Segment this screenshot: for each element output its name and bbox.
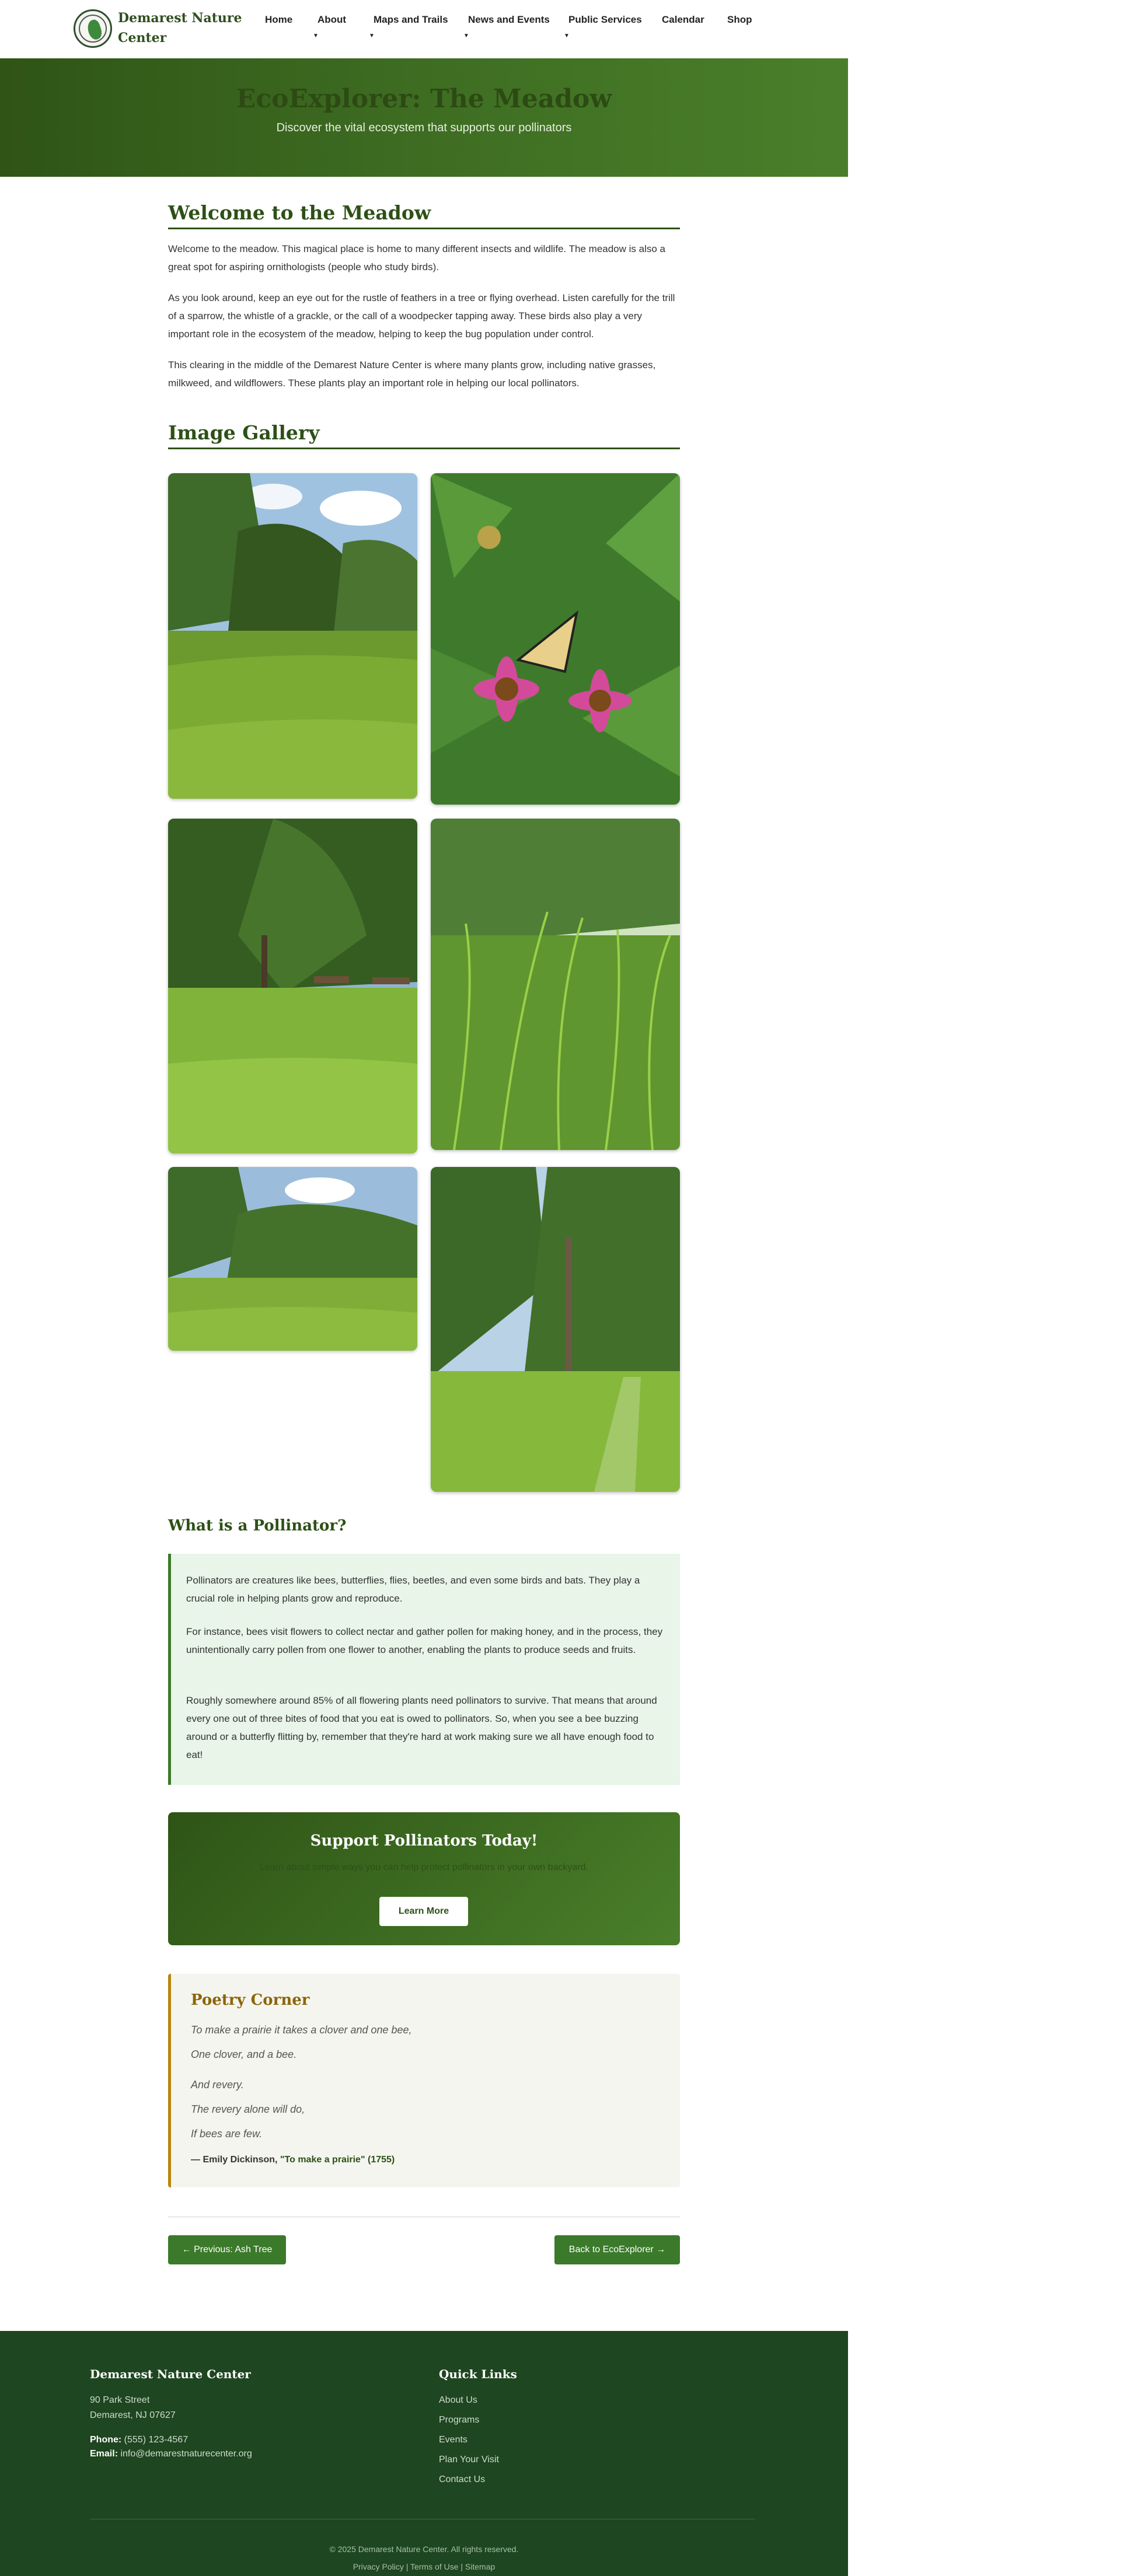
butterfly-coneflower-image bbox=[431, 473, 680, 805]
gallery-section: Image Gallery bbox=[168, 421, 680, 449]
pollinator-info-box: Pollinators are creatures like bees, but… bbox=[168, 1554, 680, 1785]
sitemap-link[interactable]: Sitemap bbox=[465, 2562, 495, 2571]
tall-grass-photo[interactable] bbox=[431, 819, 680, 1150]
meadow-trees-photo[interactable] bbox=[168, 473, 417, 799]
pollinator-heading: What is a Pollinator? bbox=[168, 1517, 347, 1535]
nav-item-news-and-events[interactable]: News and Events ▼ bbox=[463, 14, 550, 39]
poem-author: — Emily Dickinson, bbox=[191, 2155, 278, 2165]
nav-item-public-services[interactable]: Public Services ▼ bbox=[564, 14, 642, 39]
nav-label: Calendar bbox=[662, 14, 704, 25]
nav-item-calendar[interactable]: Calendar bbox=[662, 14, 704, 26]
welcome-section: Welcome to the Meadow Welcome to the mea… bbox=[168, 201, 680, 392]
welcome-heading: Welcome to the Meadow bbox=[168, 201, 680, 229]
nav-label: News and Events bbox=[468, 14, 550, 25]
meadow-trees-image bbox=[168, 473, 417, 799]
chevron-down-icon: ▼ bbox=[313, 33, 319, 39]
chevron-down-icon: ▼ bbox=[463, 33, 469, 39]
cta-text: Learn about simple ways you can help pro… bbox=[260, 1862, 588, 1872]
learn-more-button[interactable]: Learn More bbox=[379, 1897, 468, 1926]
site-header: Demarest Nature Center Home About ▼ Maps … bbox=[0, 0, 848, 59]
legal-separator: | bbox=[460, 2562, 463, 2571]
back-to-ecoexplorer-button[interactable]: Back to EcoExplorer → bbox=[554, 2235, 680, 2264]
gallery-heading: Image Gallery bbox=[168, 421, 680, 449]
privacy-policy-link[interactable]: Privacy Policy bbox=[353, 2562, 404, 2571]
footer-link-events[interactable]: Events bbox=[439, 2435, 467, 2445]
footer-address-line: 90 Park Street bbox=[90, 2395, 150, 2405]
nav-item-shop[interactable]: Shop bbox=[727, 14, 752, 26]
park-benches-photo[interactable] bbox=[168, 819, 417, 1154]
email-value[interactable]: info@demarestnaturecenter.org bbox=[120, 2449, 252, 2459]
meadow-clearing-photo[interactable] bbox=[168, 1167, 417, 1351]
welcome-paragraph: Welcome to the meadow. This magical plac… bbox=[168, 243, 666, 272]
footer-address-line: Demarest, NJ 07627 bbox=[90, 2410, 176, 2420]
footer-link-contact-us[interactable]: Contact Us bbox=[439, 2474, 485, 2485]
park-benches-image bbox=[168, 819, 417, 1154]
hero-banner: EcoExplorer: The Meadow Discover the vit… bbox=[0, 58, 848, 177]
nav-label: About bbox=[317, 14, 347, 25]
brand-name[interactable]: Demarest Nature Center bbox=[118, 8, 246, 48]
welcome-paragraph: As you look around, keep an eye out for … bbox=[168, 292, 675, 340]
page-margin bbox=[848, 0, 1134, 2576]
poem-line: And revery. bbox=[191, 2079, 244, 2091]
footer-phone: Phone: (555) 123-4567 bbox=[90, 2435, 188, 2445]
trail-trees-image bbox=[431, 1167, 680, 1492]
poem-work: "To make a prairie" (1755) bbox=[280, 2155, 395, 2165]
previous-page-button[interactable]: ← Previous: Ash Tree bbox=[168, 2235, 286, 2264]
footer-link-plan-your-visit[interactable]: Plan Your Visit bbox=[439, 2455, 499, 2465]
nav-label: Maps and Trails bbox=[374, 14, 448, 25]
footer-link-about-us[interactable]: About Us bbox=[439, 2395, 477, 2406]
poem-citation: — Emily Dickinson, "To make a prairie" (… bbox=[191, 2155, 395, 2165]
page-title: EcoExplorer: The Meadow bbox=[236, 84, 612, 114]
nav-item-about[interactable]: About ▼ bbox=[313, 14, 347, 39]
footer-link-programs[interactable]: Programs bbox=[439, 2415, 479, 2425]
pollinator-paragraph: For instance, bees visit flowers to coll… bbox=[186, 1626, 663, 1655]
nav-label: Home bbox=[265, 14, 293, 25]
legal-links: Privacy Policy | Terms of Use | Sitemap bbox=[0, 2562, 848, 2571]
trail-trees-photo[interactable] bbox=[431, 1167, 680, 1492]
legal-separator: | bbox=[406, 2562, 409, 2571]
meadow-clearing-image bbox=[168, 1167, 417, 1351]
footer-org-heading: Demarest Nature Center bbox=[90, 2367, 251, 2381]
nav-item-home[interactable]: Home bbox=[265, 14, 292, 26]
nav-label: Shop bbox=[727, 14, 752, 25]
phone-label: Phone: bbox=[90, 2435, 122, 2445]
nav-item-maps-and-trails[interactable]: Maps and Trails ▼ bbox=[369, 14, 448, 39]
terms-of-use-link[interactable]: Terms of Use bbox=[410, 2562, 458, 2571]
chevron-down-icon: ▼ bbox=[564, 33, 570, 39]
phone-value[interactable]: (555) 123-4567 bbox=[124, 2435, 188, 2445]
welcome-paragraph: This clearing in the middle of the Demar… bbox=[168, 359, 656, 389]
cta-heading: Support Pollinators Today! bbox=[310, 1832, 538, 1850]
site-footer: Demarest Nature Center 90 Park Street De… bbox=[0, 2331, 848, 2576]
pollinator-paragraph: Roughly somewhere around 85% of all flow… bbox=[186, 1695, 657, 1760]
poetry-heading: Poetry Corner bbox=[191, 1991, 310, 2009]
poem-line: One clover, and a bee. bbox=[191, 2049, 297, 2060]
tall-grass-image bbox=[431, 819, 680, 1150]
nav-label: Public Services bbox=[568, 14, 642, 25]
poem-line: If bees are few. bbox=[191, 2128, 263, 2140]
pollinator-paragraph: Pollinators are creatures like bees, but… bbox=[186, 1575, 640, 1604]
support-pollinators-banner: Support Pollinators Today! Learn about s… bbox=[168, 1812, 680, 1945]
footer-email: Email: info@demarestnaturecenter.org bbox=[90, 2449, 252, 2459]
hero-subtitle: Discover the vital ecosystem that suppor… bbox=[276, 121, 572, 134]
quick-links-heading: Quick Links bbox=[439, 2367, 517, 2381]
poetry-corner: Poetry Corner To make a prairie it takes… bbox=[168, 1974, 680, 2187]
poem-line: The revery alone will do, bbox=[191, 2103, 305, 2115]
email-label: Email: bbox=[90, 2449, 118, 2459]
copyright: © 2025 Demarest Nature Center. All right… bbox=[329, 2544, 519, 2554]
chevron-down-icon: ▼ bbox=[369, 33, 375, 39]
butterfly-coneflower-photo[interactable] bbox=[431, 473, 680, 805]
site-logo[interactable] bbox=[74, 9, 112, 48]
poem-line: To make a prairie it takes a clover and … bbox=[191, 2024, 412, 2036]
